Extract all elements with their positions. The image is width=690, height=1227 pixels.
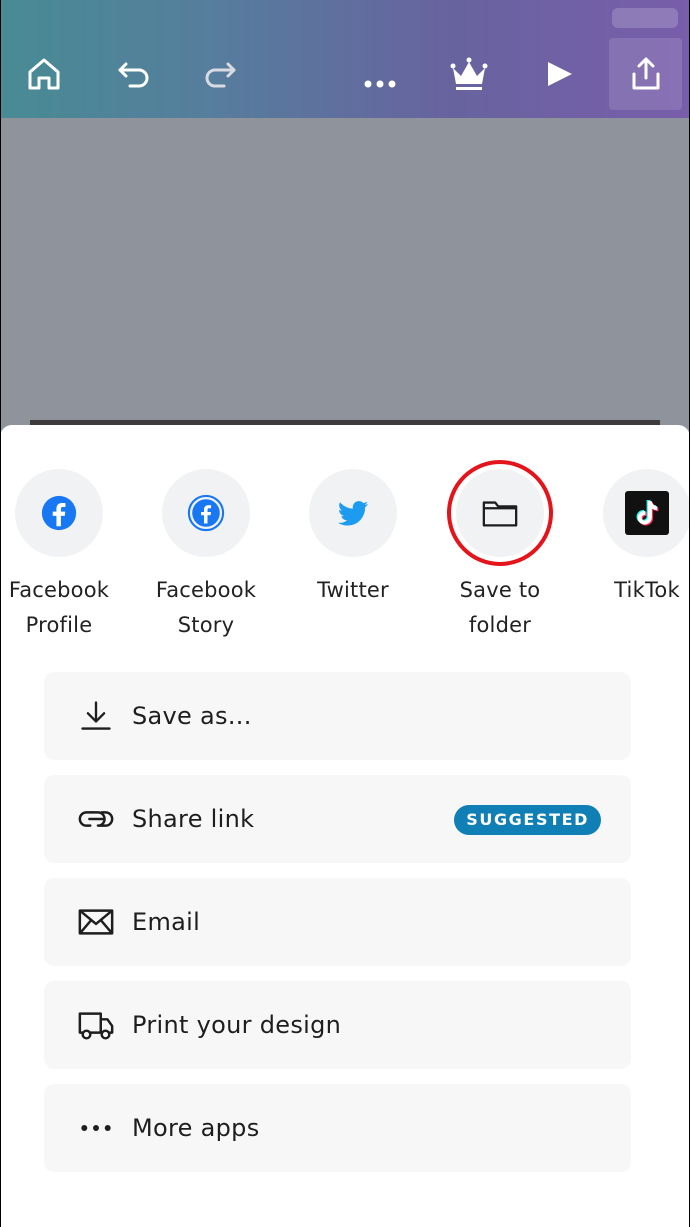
mail-icon [76,902,116,942]
share-sheet: Facebook Profile Facebook Story Twitter [0,425,690,1227]
truck-icon [76,1005,116,1045]
share-target-label: Facebook Profile [8,578,110,637]
option-share-link[interactable]: Share link SUGGESTED [44,775,631,863]
share-target-save-to-folder[interactable]: Save to folder [425,460,575,643]
share-target-circle[interactable] [447,460,553,566]
share-target-label: Twitter [317,578,389,602]
redo-icon [205,62,236,88]
tiktok-icon [625,491,669,535]
editor-toolbar [0,0,690,118]
share-target-label: TikTok [614,578,680,602]
share-button[interactable] [609,38,682,110]
twitter-icon [337,501,369,526]
highlight-ring [447,460,553,566]
frame-edge-left [0,0,1,1227]
download-icon [76,696,116,736]
redo-button[interactable] [190,44,250,104]
share-target-facebook-story[interactable]: Facebook Story [131,469,281,643]
more-button[interactable] [350,44,410,104]
more-horizontal-icon [76,1108,116,1148]
suggested-badge: SUGGESTED [454,805,601,835]
design-canvas [0,118,690,428]
facebook-story-icon [187,494,225,532]
option-save-as[interactable]: Save as... [44,672,631,760]
share-target-tiktok[interactable]: TikTok [572,469,690,608]
present-button[interactable] [528,44,588,104]
option-label: Print your design [132,1011,342,1039]
play-icon [548,62,572,86]
status-indicator [612,8,678,28]
option-more-apps[interactable]: More apps [44,1084,631,1172]
share-target-label: Facebook Story [155,578,257,637]
crown-icon [450,57,488,90]
share-icon [632,57,659,90]
link-icon [76,799,116,839]
share-target-facebook-profile[interactable]: Facebook Profile [0,469,134,643]
share-target-circle[interactable] [15,469,103,557]
share-targets-row: Facebook Profile Facebook Story Twitter [0,460,690,649]
more-icon [364,80,396,88]
option-email[interactable]: Email [44,878,631,966]
share-target-twitter[interactable]: Twitter [278,469,428,608]
share-target-circle[interactable] [162,469,250,557]
undo-icon [118,62,149,88]
option-label: Email [132,908,201,936]
option-label: Share link [132,805,255,833]
share-target-label: Save to folder [459,578,541,637]
home-button[interactable] [14,44,74,104]
upgrade-button[interactable] [439,44,499,104]
home-icon [28,58,60,90]
share-target-circle[interactable] [309,469,397,557]
option-label: More apps [132,1114,260,1142]
option-label: Save as... [132,702,252,730]
undo-button[interactable] [104,44,164,104]
share-target-circle[interactable] [603,469,690,557]
option-print-design[interactable]: Print your design [44,981,631,1069]
facebook-icon [41,495,77,531]
